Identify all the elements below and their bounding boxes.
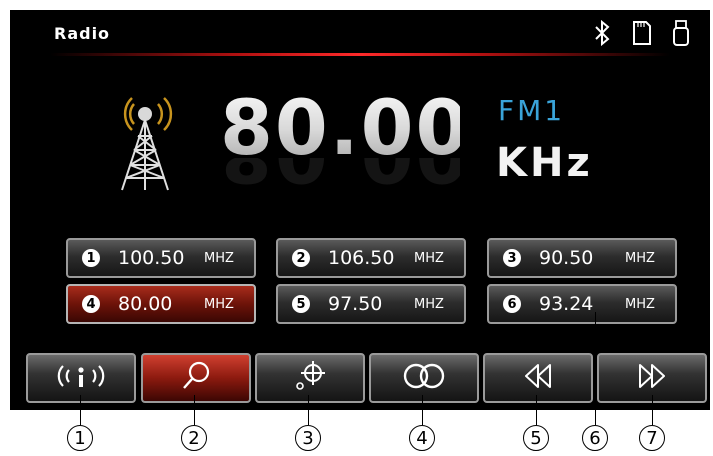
preset-button-5[interactable]: 5 97.50 MHZ: [276, 284, 466, 324]
callout-line-3: [308, 395, 309, 425]
preset-unit: MHZ: [414, 296, 444, 312]
preset-number: 6: [503, 295, 521, 313]
page-title: Radio: [54, 24, 111, 43]
preset-button-2[interactable]: 2 106.50 MHZ: [276, 238, 466, 278]
callout-line-1: [80, 395, 81, 425]
frequency-unit: KHz: [496, 140, 593, 186]
callout-2: 2: [181, 425, 207, 451]
stereo-icon: [401, 361, 447, 396]
callout-6: 6: [582, 425, 608, 451]
rewind-icon: [520, 361, 556, 396]
radio-broadcast-button[interactable]: [26, 353, 136, 403]
preset-number: 1: [82, 249, 100, 267]
preset-number: 3: [503, 249, 521, 267]
usb-icon[interactable]: [672, 20, 690, 46]
header-divider: [50, 53, 670, 56]
callout-1: 1: [67, 425, 93, 451]
preset-frequency: 97.50: [328, 293, 383, 315]
callout-4: 4: [409, 425, 435, 451]
preset-number: 2: [292, 249, 310, 267]
radio-screen: Radio 80.00 80.00 FM1 KHz 1 100.50 MHZ 2: [10, 10, 710, 410]
locate-button[interactable]: [255, 353, 365, 403]
preset-frequency: 106.50: [328, 247, 395, 269]
preset-button-3[interactable]: 3 90.50 MHZ: [487, 238, 677, 278]
search-icon: [179, 360, 213, 397]
callout-line-4: [422, 395, 423, 425]
preset-number: 5: [292, 295, 310, 313]
band-label: FM1: [498, 94, 566, 127]
preset-number: 4: [82, 295, 100, 313]
preset-button-6[interactable]: 6 93.24 MHZ: [487, 284, 677, 324]
preset-unit: MHZ: [625, 250, 655, 266]
preset-frequency: 90.50: [539, 247, 594, 269]
preset-frequency: 80.00: [118, 293, 173, 315]
previous-button[interactable]: [483, 353, 593, 403]
sd-card-icon[interactable]: [632, 20, 652, 46]
broadcast-icon: [51, 361, 111, 396]
search-button[interactable]: [141, 353, 251, 403]
callout-3: 3: [295, 425, 321, 451]
callout-7: 7: [639, 425, 665, 451]
callout-line-5: [536, 395, 537, 425]
preset-frequency: 100.50: [118, 247, 185, 269]
crosshair-icon: [292, 360, 328, 397]
preset-frequency: 93.24: [539, 293, 594, 315]
frequency-reflection: 80.00: [220, 158, 460, 202]
preset-button-4[interactable]: 4 80.00 MHZ: [66, 284, 256, 324]
callout-line-6: [595, 312, 596, 425]
stereo-button[interactable]: [369, 353, 479, 403]
callout-5: 5: [523, 425, 549, 451]
callout-line-2: [194, 395, 195, 425]
preset-button-1[interactable]: 1 100.50 MHZ: [66, 238, 256, 278]
bluetooth-icon[interactable]: [592, 20, 612, 46]
antenna-tower-icon: [110, 90, 180, 205]
fast-forward-icon: [634, 361, 670, 396]
preset-unit: MHZ: [204, 250, 234, 266]
preset-unit: MHZ: [625, 296, 655, 312]
preset-unit: MHZ: [204, 296, 234, 312]
callout-line-7: [652, 395, 653, 425]
preset-unit: MHZ: [414, 250, 444, 266]
status-bar: [592, 18, 690, 48]
